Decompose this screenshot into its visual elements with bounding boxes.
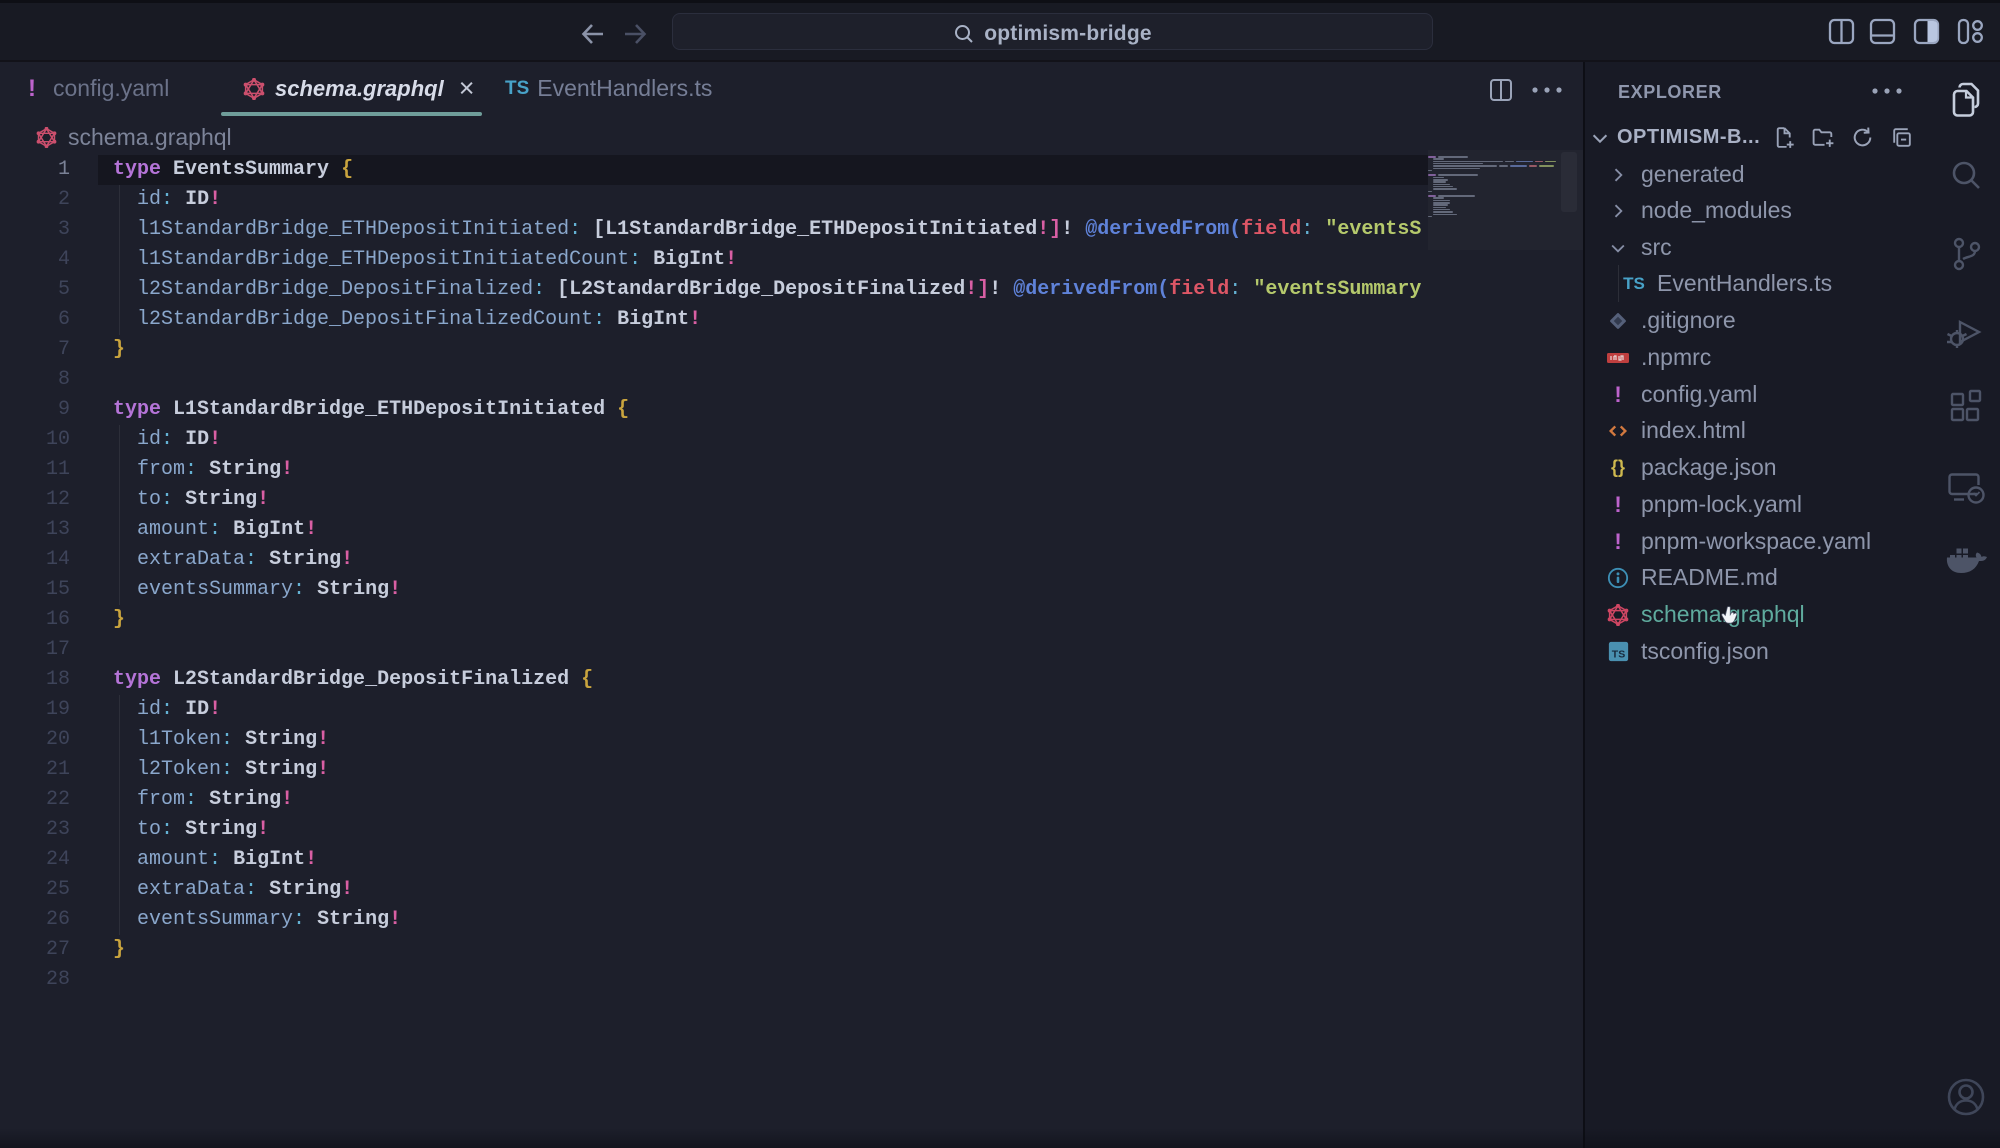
svg-text:TS: TS <box>1611 649 1624 661</box>
